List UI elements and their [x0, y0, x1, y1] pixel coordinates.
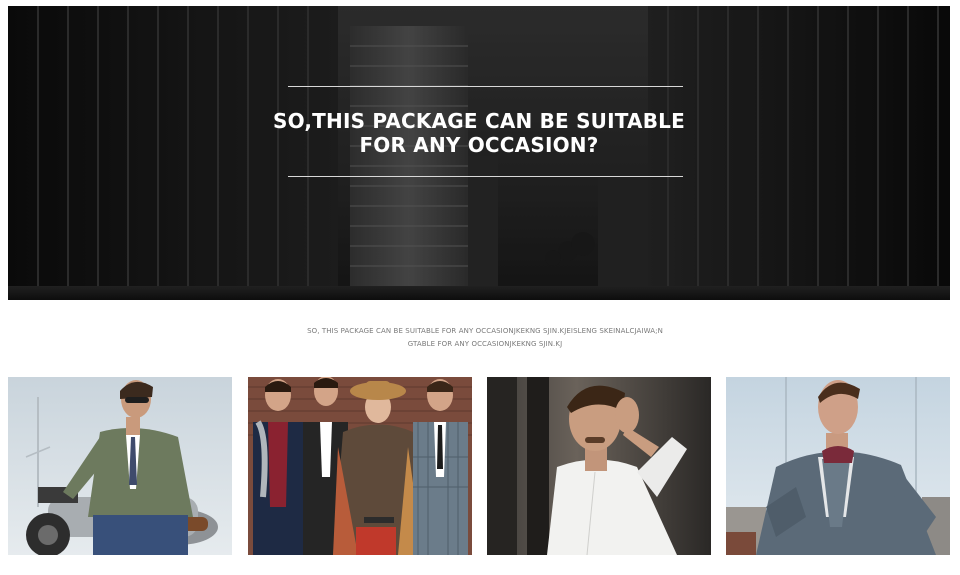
hero-banner: SO,THIS PACKAGE CAN BE SUITABLE FOR ANY … — [8, 6, 950, 300]
hero-title: SO,THIS PACKAGE CAN BE SUITABLE FOR ANY … — [208, 109, 750, 157]
section-subtitle: SO, THIS PACKAGE CAN BE SUITABLE FOR ANY… — [180, 325, 790, 351]
hero-title-line2: FOR ANY OCCASION? — [359, 133, 599, 157]
hero-top-divider — [288, 86, 683, 87]
man-on-motorcycle-photo[interactable] — [8, 377, 232, 555]
subtitle-line1: SO, THIS PACKAGE CAN BE SUITABLE FOR ANY… — [307, 327, 663, 335]
man-white-shirt-photo[interactable] — [487, 377, 711, 555]
man-grey-suit-photo[interactable] — [726, 377, 950, 555]
group-fashion-photo[interactable] — [248, 377, 472, 555]
subtitle-line2: GTABLE FOR ANY OCCASIONJKEKNG SJIN.KJ — [407, 340, 563, 348]
page: SO,THIS PACKAGE CAN BE SUITABLE FOR ANY … — [0, 0, 960, 575]
hero-title-line1: SO,THIS PACKAGE CAN BE SUITABLE — [273, 109, 685, 133]
hero-bottom-divider — [288, 176, 683, 177]
